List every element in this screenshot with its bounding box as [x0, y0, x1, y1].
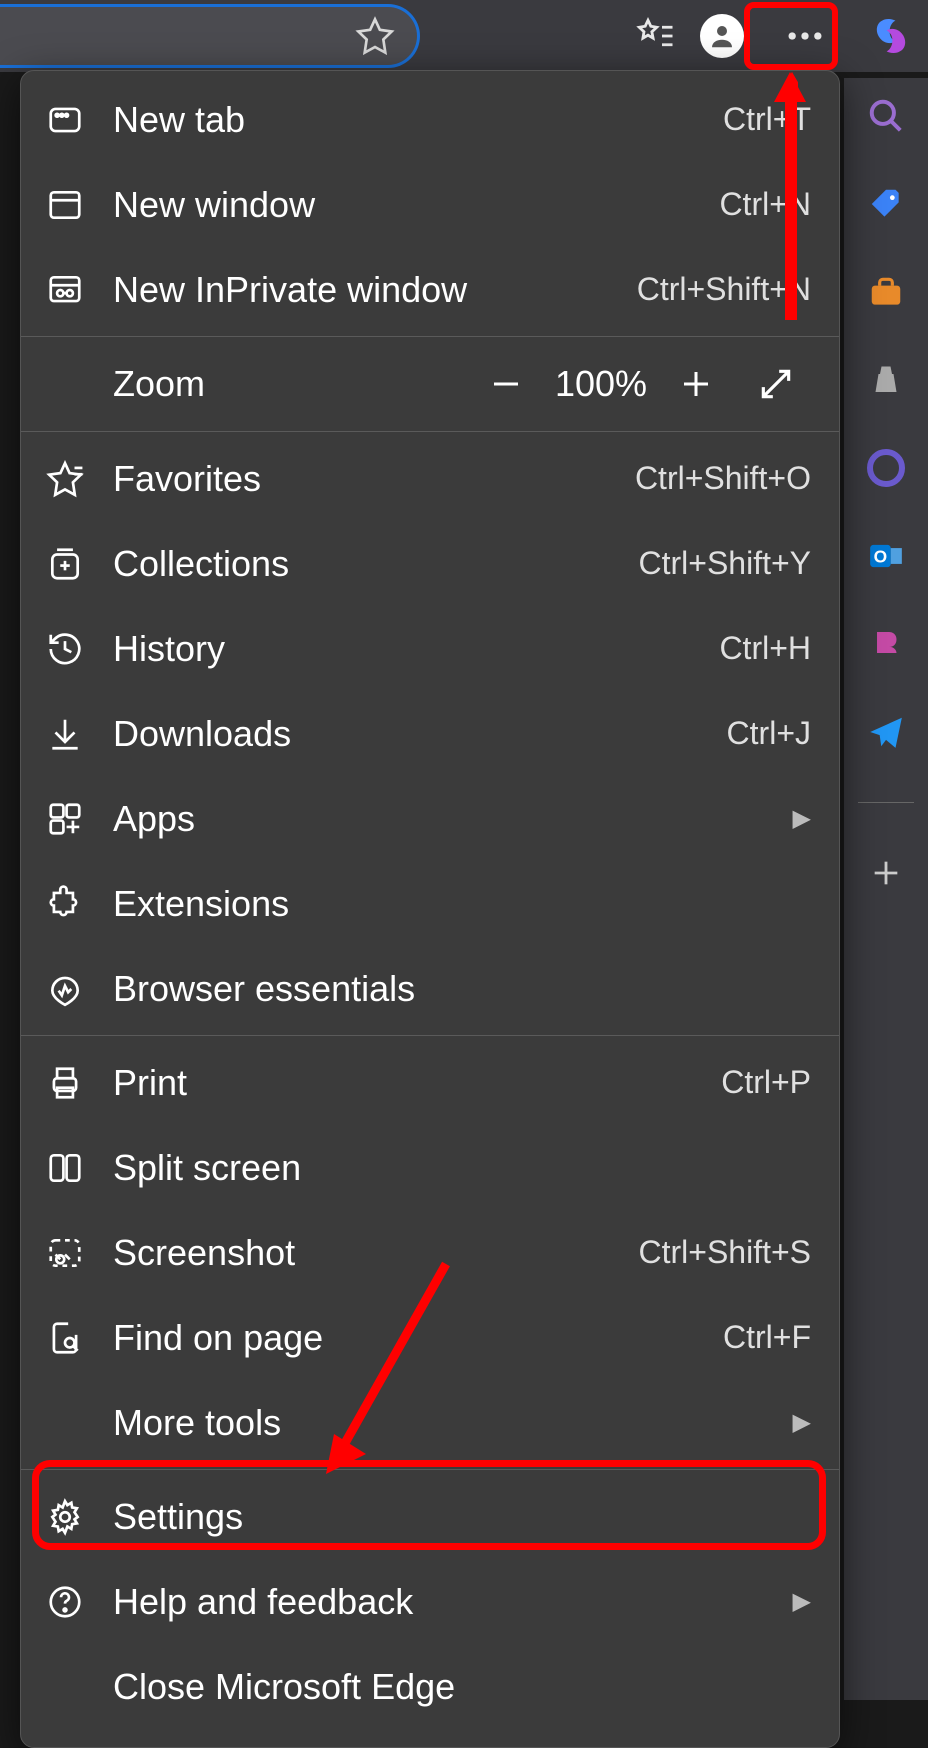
menu-shortcut: Ctrl+F — [723, 1319, 811, 1356]
more-menu-button[interactable] — [764, 4, 846, 68]
menu-split-screen[interactable]: Split screen — [21, 1125, 839, 1210]
favorites-icon — [45, 459, 85, 499]
copilot-button[interactable] — [866, 11, 916, 61]
menu-label: Apps — [113, 798, 781, 840]
sidebar-separator — [858, 802, 914, 803]
zoom-label: Zoom — [113, 363, 471, 405]
menu-label: New window — [113, 184, 719, 226]
menu-label: Favorites — [113, 458, 635, 500]
menu-separator — [21, 1469, 839, 1470]
edge-sidebar: O — [844, 78, 928, 1700]
menu-browser-essentials[interactable]: Browser essentials — [21, 946, 839, 1031]
zoom-value: 100% — [541, 363, 661, 405]
chevron-right-icon: ▶ — [793, 1408, 811, 1437]
main-menu: New tab Ctrl+T New window Ctrl+N New InP… — [20, 70, 840, 1748]
menu-shortcut: Ctrl+Shift+N — [637, 271, 811, 308]
zoom-in-button[interactable] — [661, 349, 731, 419]
svg-text:O: O — [874, 546, 888, 566]
inprivate-icon — [45, 270, 85, 310]
menu-label: Close Microsoft Edge — [113, 1666, 811, 1708]
extensions-icon — [45, 884, 85, 924]
sidebar-tools[interactable] — [864, 270, 908, 314]
menu-help[interactable]: Help and feedback ▶ — [21, 1559, 839, 1644]
menu-shortcut: Ctrl+Shift+Y — [638, 545, 811, 582]
menu-label: Browser essentials — [113, 968, 811, 1010]
apps-icon — [45, 799, 85, 839]
menu-collections[interactable]: Collections Ctrl+Shift+Y — [21, 521, 839, 606]
menu-label: Print — [113, 1062, 721, 1104]
menu-label: Downloads — [113, 713, 727, 755]
sidebar-power[interactable] — [864, 622, 908, 666]
find-icon — [45, 1318, 85, 1358]
browser-essentials-icon — [45, 969, 85, 1009]
menu-label: New InPrivate window — [113, 269, 637, 311]
sidebar-outlook[interactable]: O — [864, 534, 908, 578]
favorite-star-icon[interactable] — [355, 16, 395, 56]
menu-label: Split screen — [113, 1147, 811, 1189]
menu-close-edge[interactable]: Close Microsoft Edge — [21, 1644, 839, 1729]
sidebar-add[interactable] — [864, 851, 908, 895]
menu-find[interactable]: Find on page Ctrl+F — [21, 1295, 839, 1380]
downloads-icon — [45, 714, 85, 754]
menu-label: History — [113, 628, 719, 670]
collections-icon — [45, 544, 85, 584]
chevron-right-icon: ▶ — [793, 804, 811, 833]
menu-print[interactable]: Print Ctrl+P — [21, 1040, 839, 1125]
sidebar-shopping[interactable] — [864, 182, 908, 226]
menu-shortcut: Ctrl+Shift+O — [635, 460, 811, 497]
menu-history[interactable]: History Ctrl+H — [21, 606, 839, 691]
split-screen-icon — [45, 1148, 85, 1188]
menu-label: Extensions — [113, 883, 811, 925]
browser-toolbar — [0, 0, 928, 72]
menu-label: Find on page — [113, 1317, 723, 1359]
zoom-out-button[interactable] — [471, 349, 541, 419]
menu-favorites[interactable]: Favorites Ctrl+Shift+O — [21, 436, 839, 521]
settings-icon — [45, 1497, 85, 1537]
profile-button[interactable] — [700, 14, 744, 58]
sidebar-search[interactable] — [864, 94, 908, 138]
menu-label: Help and feedback — [113, 1581, 781, 1623]
menu-new-tab[interactable]: New tab Ctrl+T — [21, 77, 839, 162]
sidebar-office[interactable] — [864, 446, 908, 490]
menu-separator — [21, 1035, 839, 1036]
menu-extensions[interactable]: Extensions — [21, 861, 839, 946]
history-icon — [45, 629, 85, 669]
favorites-list-button[interactable] — [630, 11, 680, 61]
sidebar-games[interactable] — [864, 358, 908, 402]
menu-downloads[interactable]: Downloads Ctrl+J — [21, 691, 839, 776]
menu-label: Settings — [113, 1496, 811, 1538]
address-bar-tail[interactable] — [0, 4, 420, 68]
menu-more-tools[interactable]: More tools ▶ — [21, 1380, 839, 1465]
menu-shortcut: Ctrl+H — [719, 630, 811, 667]
menu-label: Collections — [113, 543, 638, 585]
menu-shortcut: Ctrl+J — [727, 715, 811, 752]
chevron-right-icon: ▶ — [793, 1587, 811, 1616]
menu-label: More tools — [113, 1402, 781, 1444]
menu-shortcut: Ctrl+T — [723, 101, 811, 138]
menu-settings[interactable]: Settings — [21, 1474, 839, 1559]
menu-apps[interactable]: Apps ▶ — [21, 776, 839, 861]
menu-label: Screenshot — [113, 1232, 638, 1274]
menu-label: New tab — [113, 99, 723, 141]
help-icon — [45, 1582, 85, 1622]
menu-separator — [21, 431, 839, 432]
screenshot-icon — [45, 1233, 85, 1273]
menu-separator — [21, 336, 839, 337]
new-tab-icon — [45, 100, 85, 140]
sidebar-telegram[interactable] — [864, 710, 908, 754]
new-window-icon — [45, 185, 85, 225]
print-icon — [45, 1063, 85, 1103]
menu-new-window[interactable]: New window Ctrl+N — [21, 162, 839, 247]
menu-shortcut: Ctrl+N — [719, 186, 811, 223]
menu-screenshot[interactable]: Screenshot Ctrl+Shift+S — [21, 1210, 839, 1295]
menu-shortcut: Ctrl+P — [721, 1064, 811, 1101]
menu-shortcut: Ctrl+Shift+S — [638, 1234, 811, 1271]
menu-inprivate[interactable]: New InPrivate window Ctrl+Shift+N — [21, 247, 839, 332]
menu-zoom-row: Zoom 100% — [21, 341, 839, 427]
fullscreen-button[interactable] — [741, 349, 811, 419]
